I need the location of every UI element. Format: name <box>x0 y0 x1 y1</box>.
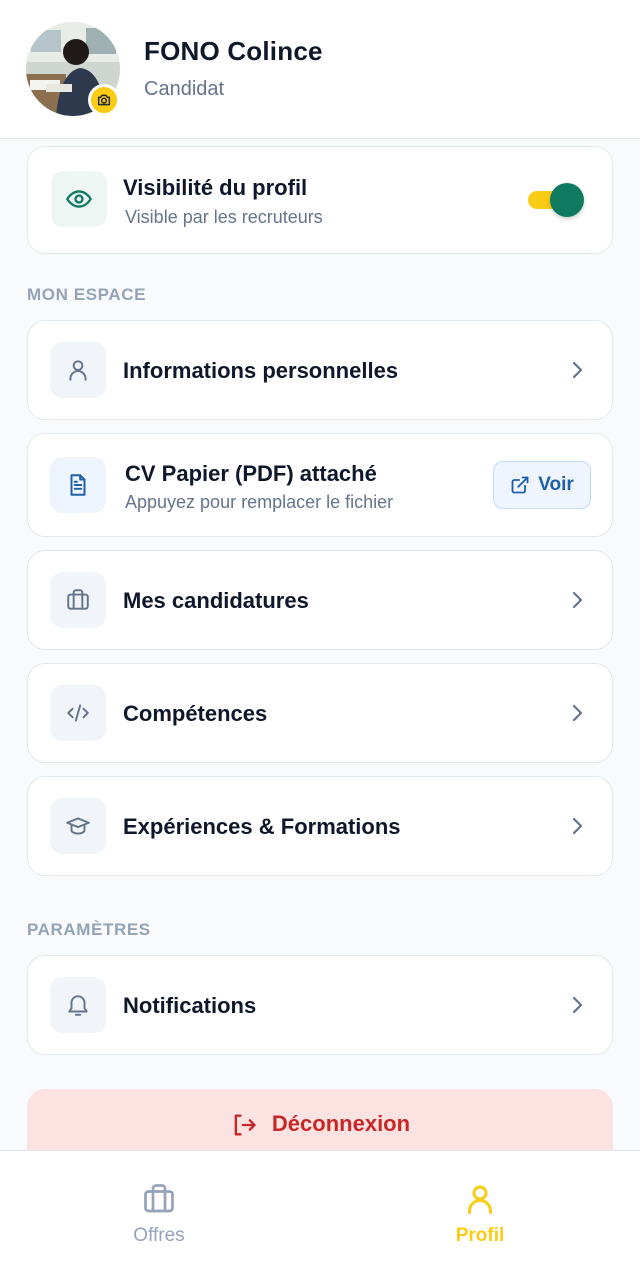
external-link-icon <box>511 476 529 494</box>
candidatures-icon-box <box>50 572 106 628</box>
nav-label-offres: Offres <box>133 1225 185 1246</box>
menu-item-competences[interactable]: Compétences <box>27 663 613 763</box>
cv-icon-box <box>50 457 106 513</box>
menu-item-cv[interactable]: CV Papier (PDF) attaché Appuyez pour rem… <box>27 433 613 537</box>
notifications-icon-box <box>50 977 106 1033</box>
user-role: Candidat <box>144 78 225 100</box>
cv-title: CV Papier (PDF) attaché <box>125 461 377 486</box>
chevron-right-icon <box>568 817 586 835</box>
user-icon <box>69 360 87 381</box>
section-parametres: PARAMÈTRES <box>27 920 151 939</box>
profile-header: FONO Colince Candidat <box>0 0 640 139</box>
menu-item-label: Notifications <box>123 993 257 1018</box>
infos-icon-box <box>50 342 106 398</box>
nav-tab-profil[interactable]: Profil <box>420 1181 540 1261</box>
briefcase-icon <box>67 589 89 610</box>
visibility-card: Visibilité du profil Visible par les rec… <box>27 146 613 254</box>
toggle-knob <box>550 183 584 217</box>
code-icon <box>67 704 89 722</box>
camera-icon <box>97 94 111 106</box>
nav-label-profil: Profil <box>455 1225 505 1246</box>
document-icon <box>70 474 86 496</box>
logout-icon <box>234 1114 256 1136</box>
menu-item-label: Informations personnelles <box>123 358 399 383</box>
chevron-right-icon <box>568 996 586 1014</box>
bottom-nav: Offres Profil <box>0 1150 640 1278</box>
cv-subtitle: Appuyez pour remplacer le fichier <box>125 492 394 512</box>
menu-item-label: Compétences <box>123 701 268 726</box>
experiences-icon-box <box>50 798 106 854</box>
logout-label: Déconnexion <box>271 1111 411 1136</box>
bell-icon <box>68 995 88 1016</box>
change-photo-button[interactable] <box>88 84 120 116</box>
graduation-cap-icon <box>66 817 90 835</box>
user-name: FONO Colince <box>144 36 323 66</box>
competences-icon-box <box>50 685 106 741</box>
voir-cv-button[interactable]: Voir <box>493 461 591 509</box>
menu-item-notifications[interactable]: Notifications <box>27 955 613 1055</box>
chevron-right-icon <box>568 704 586 722</box>
menu-item-infos[interactable]: Informations personnelles <box>27 320 613 420</box>
briefcase-icon <box>144 1184 174 1213</box>
menu-item-candidatures[interactable]: Mes candidatures <box>27 550 613 650</box>
section-mon-espace: MON ESPACE <box>27 285 147 304</box>
chevron-right-icon <box>568 361 586 379</box>
menu-item-experiences[interactable]: Expériences & Formations <box>27 776 613 876</box>
visibility-title: Visibilité du profil <box>123 175 308 200</box>
menu-item-label: Expériences & Formations <box>123 814 401 839</box>
nav-tab-offres[interactable]: Offres <box>99 1181 219 1261</box>
visibility-toggle[interactable] <box>528 183 584 217</box>
visibility-subtitle: Visible par les recruteurs <box>125 207 323 227</box>
voir-button-label: Voir <box>538 474 574 495</box>
eye-icon <box>66 190 92 208</box>
menu-item-label: Mes candidatures <box>123 588 309 613</box>
user-icon <box>468 1185 492 1214</box>
chevron-right-icon <box>568 591 586 609</box>
visibility-icon-box <box>51 171 107 227</box>
